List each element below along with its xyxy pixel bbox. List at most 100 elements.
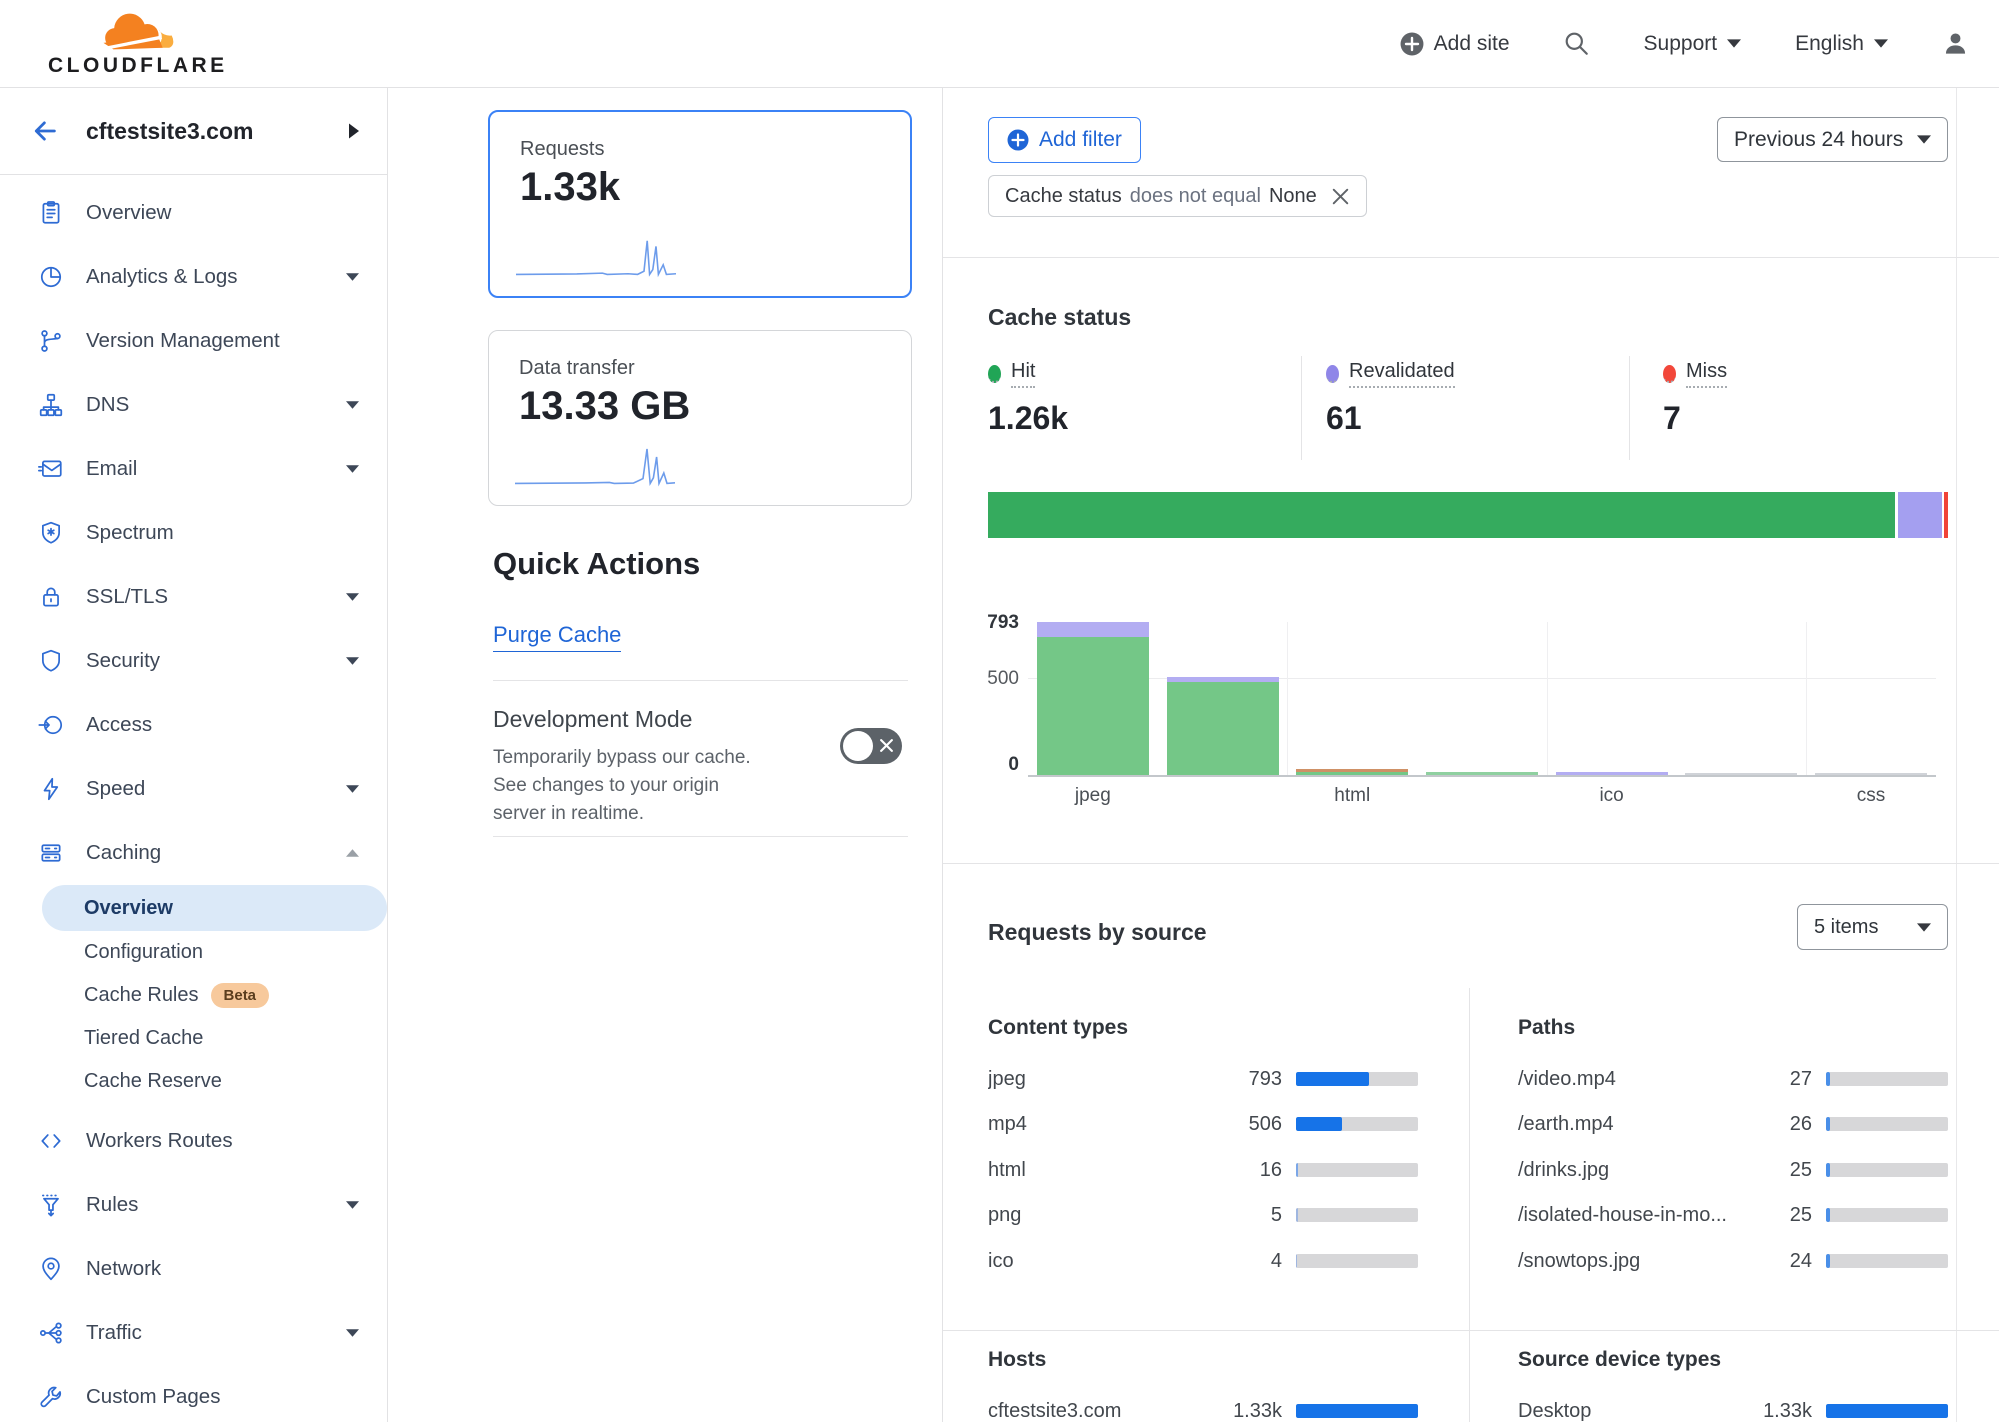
hit-label[interactable]: Hit <box>1011 360 1035 388</box>
sidebar-item-email[interactable]: Email <box>0 437 387 501</box>
development-mode-description: Temporarily bypass our cache. See change… <box>493 744 793 828</box>
revalidated-label[interactable]: Revalidated <box>1349 360 1455 388</box>
chevron-down-icon <box>346 1201 359 1209</box>
sidebar-item-version-management[interactable]: Version Management <box>0 309 387 373</box>
table-row[interactable]: png 5 <box>988 1200 1418 1230</box>
stacked-miss-segment[interactable] <box>1944 492 1948 538</box>
stacked-hit-segment[interactable] <box>988 492 1895 538</box>
site-header: cftestsite3.com <box>0 88 387 175</box>
remove-filter-icon[interactable] <box>1331 187 1350 206</box>
cloudflare-cloud-icon <box>96 10 180 56</box>
lightning-icon <box>38 776 64 802</box>
add-site-label: Add site <box>1434 32 1510 56</box>
value-bar <box>1826 1163 1948 1177</box>
support-menu[interactable]: Support <box>1644 32 1742 56</box>
sidebar-item-spectrum[interactable]: Spectrum <box>0 501 387 565</box>
requests-sparkline <box>516 232 676 280</box>
table-row[interactable]: ico 4 <box>988 1246 1418 1276</box>
time-range-select[interactable]: Previous 24 hours <box>1717 117 1948 162</box>
branch-icon <box>38 328 64 354</box>
hosts-title: Hosts <box>988 1348 1046 1372</box>
summary-column: Requests 1.33k Data transfer 13.33 GB Qu… <box>388 88 942 1422</box>
sidebar-subitem-cache-rules[interactable]: Cache Rules Beta <box>0 974 387 1017</box>
table-row[interactable]: /snowtops.jpg 24 <box>1518 1246 1948 1276</box>
table-row[interactable]: jpeg 793 <box>988 1064 1418 1094</box>
back-arrow-icon[interactable] <box>30 116 60 146</box>
cache-status-title: Cache status <box>988 304 1131 331</box>
value-bar <box>1826 1404 1948 1418</box>
toggle-off-x-icon <box>879 738 894 753</box>
scrollbar-track[interactable] <box>1956 88 1957 1422</box>
sidebar-item-ssl-tls[interactable]: SSL/TLS <box>0 565 387 629</box>
sidebar-item-network[interactable]: Network <box>0 1237 387 1301</box>
divider <box>943 257 1999 258</box>
cache-status-bar-chart <box>1028 622 1936 775</box>
sidebar-subitem-configuration[interactable]: Configuration <box>0 931 387 974</box>
sidebar-item-speed[interactable]: Speed <box>0 757 387 821</box>
sidebar-item-caching[interactable]: Caching <box>0 821 387 885</box>
sidebar-item-analytics-logs[interactable]: Analytics & Logs <box>0 245 387 309</box>
pin-icon <box>38 1256 64 1282</box>
data-transfer-card[interactable]: Data transfer 13.33 GB <box>488 330 912 506</box>
x-axis-labels: jpeg html ico css <box>1028 785 1936 807</box>
sidebar-item-rules[interactable]: Rules <box>0 1173 387 1237</box>
add-filter-button[interactable]: Add filter <box>988 117 1141 163</box>
search-icon[interactable] <box>1564 31 1590 57</box>
table-row[interactable]: /video.mp4 27 <box>1518 1064 1948 1094</box>
language-label: English <box>1795 32 1864 56</box>
user-avatar-icon[interactable] <box>1942 30 1969 57</box>
sidebar-subitem-caching-overview[interactable]: Overview <box>42 885 387 931</box>
envelope-icon <box>38 456 64 482</box>
cloudflare-logo[interactable]: CLOUDFLARE <box>48 10 228 78</box>
sidebar-item-custom-pages[interactable]: Custom Pages <box>0 1365 387 1422</box>
plus-circle-icon <box>1007 129 1029 151</box>
stat-miss: Miss 7 <box>1663 360 1727 437</box>
lock-icon <box>38 584 64 610</box>
sidebar-item-dns[interactable]: DNS <box>0 373 387 437</box>
hit-value: 1.26k <box>988 400 1068 437</box>
miss-label[interactable]: Miss <box>1686 360 1727 388</box>
sidebar-subitem-tiered-cache[interactable]: Tiered Cache <box>0 1017 387 1060</box>
hit-dot <box>988 365 1001 383</box>
sidebar-item-traffic[interactable]: Traffic <box>0 1301 387 1365</box>
table-row[interactable]: /earth.mp4 26 <box>1518 1109 1948 1139</box>
source-device-types-title: Source device types <box>1518 1348 1721 1372</box>
chevron-down-icon <box>346 1329 359 1337</box>
share-icon <box>38 1320 64 1346</box>
table-row[interactable]: html 16 <box>988 1155 1418 1185</box>
sidebar-item-access[interactable]: Access <box>0 693 387 757</box>
chevron-down-icon <box>346 401 359 409</box>
sidebar-subitem-cache-reserve[interactable]: Cache Reserve <box>0 1060 387 1103</box>
sidebar-item-security[interactable]: Security <box>0 629 387 693</box>
divider <box>1629 356 1630 460</box>
shield-icon <box>38 648 64 674</box>
stacked-revalidated-segment[interactable] <box>1898 492 1942 538</box>
toggle-knob <box>843 731 873 761</box>
requests-card[interactable]: Requests 1.33k <box>488 110 912 298</box>
y-axis-label-500: 500 <box>961 668 1019 690</box>
table-row[interactable]: mp4 506 <box>988 1109 1418 1139</box>
development-mode-toggle[interactable] <box>840 728 902 764</box>
sidebar-item-workers-routes[interactable]: Workers Routes <box>0 1109 387 1173</box>
chevron-down-icon <box>346 273 359 281</box>
shield-star-icon <box>38 520 64 546</box>
filter-value: None <box>1269 185 1317 208</box>
table-row[interactable]: /isolated-house-in-mo... 25 <box>1518 1200 1948 1230</box>
purge-cache-link[interactable]: Purge Cache <box>493 622 621 652</box>
x-axis-line <box>1028 775 1936 777</box>
value-bar <box>1296 1117 1418 1131</box>
chevron-right-icon[interactable] <box>349 123 359 139</box>
paths-title: Paths <box>1518 1016 1575 1040</box>
value-bar <box>1296 1404 1418 1418</box>
items-count-select[interactable]: 5 items <box>1797 904 1948 950</box>
requests-by-source-title: Requests by source <box>988 919 1207 946</box>
sidebar-item-overview[interactable]: Overview <box>0 181 387 245</box>
bar-mp4[interactable] <box>1167 677 1279 775</box>
divider <box>493 680 908 681</box>
bar-jpeg[interactable] <box>1037 622 1149 775</box>
language-menu[interactable]: English <box>1795 32 1888 56</box>
sidebar: cftestsite3.com Overview Analytics & Log… <box>0 88 388 1422</box>
y-axis-label-0: 0 <box>961 754 1019 776</box>
table-row[interactable]: /drinks.jpg 25 <box>1518 1155 1948 1185</box>
add-site-button[interactable]: Add site <box>1400 32 1510 56</box>
